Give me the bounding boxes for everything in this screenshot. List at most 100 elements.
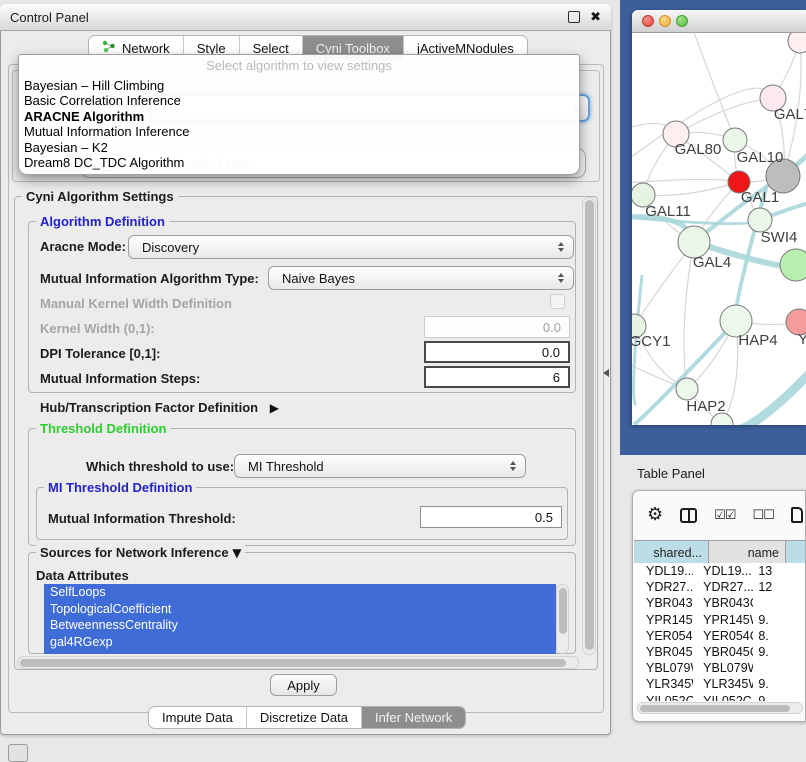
data-attribute-item[interactable]: BetweennessCentrality	[44, 617, 556, 634]
manual-kernel-label: Manual Kernel Width Definition	[40, 296, 232, 311]
network-edge	[692, 33, 735, 140]
combo-stepper-icon	[558, 242, 564, 252]
mi-threshold-label: Mutual Information Threshold:	[48, 511, 236, 526]
column-header[interactable]: name	[709, 541, 786, 564]
table-row[interactable]: YBR043CYBR043C	[634, 595, 806, 611]
table-row[interactable]: YBR045CYBR045C9.	[634, 644, 806, 660]
table-row[interactable]: YER054CYER054C8.	[634, 628, 806, 644]
settings-horizontal-scrollbar-thumb[interactable]	[20, 659, 566, 667]
column-header[interactable]: shared...	[634, 541, 709, 564]
tab-label: Discretize Data	[260, 710, 348, 725]
column-header[interactable]: A	[786, 541, 806, 564]
mi-steps-label: Mutual Information Steps:	[40, 371, 200, 386]
network-node-label: GAL80	[675, 141, 722, 158]
yellow-light[interactable]	[659, 15, 671, 27]
table-row[interactable]: YDR27...YDR27...12	[634, 579, 806, 595]
attributes-scrollbar-thumb[interactable]	[559, 588, 567, 634]
control-panel-titlebar: Control Panel ✖	[0, 4, 611, 31]
dpi-tolerance-label: DPI Tolerance [0,1]:	[40, 346, 160, 361]
which-threshold-combobox[interactable]: MI Threshold	[234, 454, 526, 478]
table-horizontal-scrollbar-thumb[interactable]	[640, 705, 790, 712]
table-cell: YBR045C	[634, 645, 693, 659]
network-node-label: GAL11	[645, 203, 691, 220]
table-row[interactable]: YBL079WYBL079W	[634, 660, 806, 676]
data-attribute-item[interactable]: SelfLoops	[44, 584, 556, 601]
close-icon[interactable]: ✖	[590, 10, 601, 25]
float-window-icon[interactable]	[568, 11, 580, 23]
algorithm-option[interactable]: Mutual Information Inference	[19, 124, 579, 139]
attributes-scrollbar[interactable]	[556, 584, 569, 654]
data-attributes-label: Data Attributes	[36, 568, 129, 583]
algorithm-option[interactable]: ARACNE Algorithm	[19, 109, 579, 124]
table-toolbar: ⚙ ☑☑ ☐☐	[647, 503, 803, 527]
panel-splitter-arrow[interactable]	[603, 369, 609, 377]
clear-selection-checkboxes-icon[interactable]: ☐☐	[752, 508, 773, 523]
table-cell: 12	[753, 580, 806, 594]
network-view-titlebar	[632, 10, 806, 33]
tab-infer-network[interactable]: Infer Network	[362, 707, 465, 728]
tab-impute-data[interactable]: Impute Data	[149, 707, 247, 728]
bottom-tabs: Impute Data Discretize Data Infer Network	[148, 706, 466, 729]
table-cell: YPR145W	[634, 613, 693, 627]
settings-vertical-scrollbar-thumb[interactable]	[585, 200, 594, 650]
split-columns-icon[interactable]	[680, 508, 697, 523]
algorithm-option[interactable]: Bayesian – Hill Climbing	[19, 78, 579, 93]
table-header: shared...nameA	[634, 540, 806, 565]
apply-button[interactable]: Apply	[270, 674, 337, 696]
mi-type-combobox[interactable]: Naive Bayes	[268, 266, 574, 290]
sources-group-toggle[interactable]: Sources for Network Inference ▼	[36, 545, 245, 560]
table-row[interactable]: YLR345WYLR345W9.	[634, 676, 806, 692]
mi-steps-field[interactable]: 6	[424, 366, 570, 388]
hub-definition-toggle[interactable]: Hub/Transcription Factor Definition ▶	[40, 400, 279, 415]
algorithm-option[interactable]: Bayesian – K2	[19, 140, 579, 155]
gear-icon[interactable]: ⚙	[647, 506, 663, 524]
network-node[interactable]	[780, 249, 806, 281]
red-light[interactable]	[642, 15, 654, 27]
aracne-mode-value: Discovery	[142, 240, 199, 255]
table-row[interactable]: YPR145WYPR145W9.	[634, 612, 806, 628]
kernel-width-label: Kernel Width (0,1):	[40, 321, 155, 336]
combo-stepper-icon	[558, 273, 564, 283]
network-edge	[643, 182, 739, 196]
algorithm-option[interactable]: Basic Correlation Inference	[19, 93, 579, 108]
data-attribute-item[interactable]: TopologicalCoefficient	[44, 601, 556, 618]
green-light[interactable]	[676, 15, 688, 27]
table-cell: YIL052C	[693, 694, 753, 701]
table-cell: 9.	[753, 613, 806, 627]
data-attribute-item[interactable]: gal4RGexp	[44, 634, 556, 651]
table-cell: YDR27...	[693, 580, 753, 594]
sources-group-title: Sources for Network Inference	[40, 545, 229, 560]
kernel-width-field[interactable]: 0.0	[424, 316, 570, 338]
table-row[interactable]: YIL052CYIL052C9.	[634, 693, 806, 702]
algorithm-popup: Select algorithm to view settings Bayesi…	[18, 54, 580, 175]
network-node[interactable]	[788, 33, 806, 53]
table-cell: 8.	[753, 629, 806, 643]
settings-horizontal-scrollbar[interactable]	[17, 656, 579, 669]
table-horizontal-scrollbar[interactable]	[637, 702, 803, 714]
column-list-icon[interactable]	[791, 507, 803, 523]
settings-vertical-scrollbar[interactable]	[582, 197, 596, 655]
mi-type-value: Naive Bayes	[282, 271, 355, 286]
tab-discretize-data[interactable]: Discretize Data	[247, 707, 362, 728]
mi-threshold-field[interactable]: 0.5	[420, 506, 562, 528]
network-edge-teal	[736, 371, 806, 425]
which-threshold-value: MI Threshold	[248, 459, 324, 474]
table-panel: ⚙ ☑☑ ☐☐ shared...nameA YDL19...YDL19...1…	[632, 490, 806, 722]
table-panel-title: Table Panel	[637, 466, 705, 481]
table-cell: YBL079W	[693, 661, 753, 675]
select-all-checkboxes-icon[interactable]: ☑☑	[714, 508, 735, 523]
aracne-mode-combobox[interactable]: Discovery	[128, 235, 574, 259]
algorithm-option[interactable]: Dream8 DC_TDC Algorithm	[19, 155, 579, 170]
table-row[interactable]: YDL19...YDL19...13	[634, 563, 806, 579]
network-canvas[interactable]: GAL7GAL80GAL10GAL1GAL11GAL4SWI4GCY1HAP4Y…	[632, 33, 806, 425]
table-cell: YBR043C	[693, 596, 753, 610]
tab-label: Impute Data	[162, 710, 233, 725]
manual-kernel-checkbox[interactable]	[550, 294, 565, 309]
combo-stepper-icon	[510, 461, 516, 471]
network-node-hap2[interactable]	[676, 378, 698, 400]
table-cell: YIL052C	[634, 694, 693, 701]
threshold-definition-title: Threshold Definition	[36, 421, 170, 436]
dpi-tolerance-field[interactable]: 0.0	[424, 341, 570, 363]
minimized-panel-icon[interactable]	[8, 744, 28, 762]
hub-definition-label: Hub/Transcription Factor Definition	[40, 400, 258, 415]
